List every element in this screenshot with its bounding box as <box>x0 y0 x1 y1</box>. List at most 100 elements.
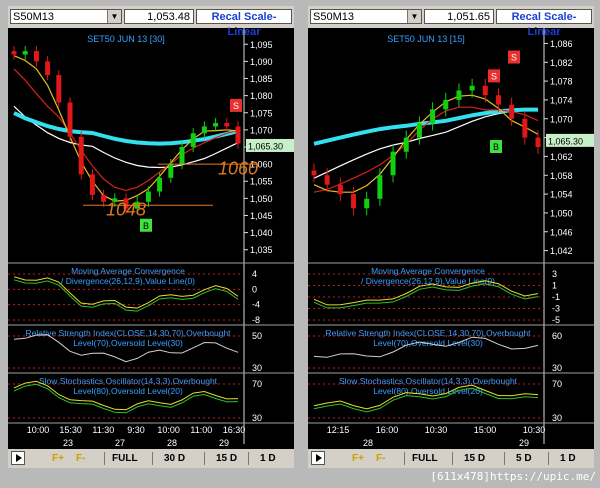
left-chart-svg: 1,0951,0901,0851,0801,0751,0701,0651,060… <box>8 28 294 448</box>
candle-body <box>56 75 62 103</box>
ma-slow-line <box>313 109 538 179</box>
time-tick-label: 16:00 <box>376 425 399 435</box>
left-recal-scale-button[interactable]: Recal Scale-Linear <box>196 9 292 38</box>
full-button[interactable]: FULL <box>412 449 438 468</box>
candle-body <box>351 194 357 209</box>
play-icon[interactable] <box>311 451 325 465</box>
time-tick-label: 11:00 <box>190 425 212 435</box>
range-1d-button[interactable]: 1 D <box>260 449 276 468</box>
left-symbol: S50M13 <box>13 11 54 23</box>
candle-body <box>522 118 528 138</box>
range-15d-button[interactable]: 15 D <box>216 449 237 468</box>
macd-tick-label: 1 <box>552 281 557 291</box>
right-chart-svg: 1,0861,0821,0781,0741,0701,0661,0621,058… <box>308 28 594 448</box>
time-tick-label: 10:00 <box>27 425 50 435</box>
left-bottom-toolbar: F+ F- FULL 30 D 15 D 1 D <box>8 449 294 468</box>
stoch-tick-label: 70 <box>552 379 562 389</box>
stoch-tick-label: 70 <box>252 379 262 389</box>
time-tick-label: 11:30 <box>92 425 114 435</box>
macd-tick-label: -4 <box>252 300 260 310</box>
zoom-out-button[interactable]: F- <box>376 449 385 468</box>
right-bottom-toolbar: F+ F- FULL 15 D 5 D 1 D <box>308 449 594 468</box>
price-tick-label: 1,070 <box>250 125 273 135</box>
range-1d-button[interactable]: 1 D <box>560 449 576 468</box>
zoom-out-button[interactable]: F- <box>76 449 85 468</box>
price-tick-label: 1,035 <box>250 245 273 255</box>
full-button[interactable]: FULL <box>112 449 138 468</box>
date-tick-label: 27 <box>115 438 125 448</box>
candle-body <box>403 137 409 152</box>
dropdown-icon[interactable]: ▼ <box>407 10 421 23</box>
price-tick-label: 1,075 <box>250 108 273 118</box>
candle-body <box>364 198 370 209</box>
right-recal-scale-button[interactable]: Recal Scale-Linear <box>496 9 592 38</box>
candle-body <box>416 123 422 138</box>
price-tick-label: 1,082 <box>550 58 573 68</box>
range-5d-button[interactable]: 5 D <box>516 449 532 468</box>
price-tick-label: 1,050 <box>550 208 573 218</box>
right-toolbar: S50M13 ▼ 1,051.65 Recal Scale-Linear <box>308 6 594 38</box>
current-price-label: 1,065.30 <box>548 136 583 146</box>
price-tick-label: 1,086 <box>550 39 573 49</box>
macd-tick-label: 0 <box>252 284 257 294</box>
time-tick-label: 10:30 <box>523 425 546 435</box>
candle-body <box>201 126 207 134</box>
left-chart-panel: S50M13 ▼ 1,053.48 Recal Scale-Linear 1,0… <box>8 6 294 462</box>
zoom-in-button[interactable]: F+ <box>52 449 64 468</box>
chart-title: SET50 JUN 13 [30] <box>87 34 165 44</box>
stoch-title-line2: Level(80),Oversold Level(20) <box>73 386 183 396</box>
sell-signal-label: S <box>233 101 239 111</box>
left-toolbar: S50M13 ▼ 1,053.48 Recal Scale-Linear <box>8 6 294 38</box>
macd-tick-label: -8 <box>252 315 260 325</box>
macd-title-line2: / Divergence(26,12,9),Value Line(0) <box>61 276 195 286</box>
candle-body <box>456 90 462 100</box>
price-tick-label: 1,095 <box>250 40 273 50</box>
candle-body <box>45 61 51 76</box>
ma-long-band <box>313 107 538 146</box>
rsi-tick-label: 30 <box>252 363 262 373</box>
time-tick-label: 10:30 <box>425 425 448 435</box>
sell-signal-label: S <box>491 71 497 81</box>
time-tick-label: 16:30 <box>223 425 246 435</box>
candle-body <box>145 191 151 202</box>
price-tick-label: 1,042 <box>550 246 573 256</box>
stoch-tick-label: 30 <box>252 413 262 423</box>
range-15d-button[interactable]: 15 D <box>464 449 485 468</box>
play-icon[interactable] <box>11 451 25 465</box>
date-tick-label: 28 <box>363 438 373 448</box>
right-symbol-select[interactable]: S50M13 ▼ <box>310 9 422 24</box>
right-chart-panel: S50M13 ▼ 1,051.65 Recal Scale-Linear 1,0… <box>308 6 594 462</box>
rsi-tick-label: 30 <box>552 363 562 373</box>
macd-tick-label: -1 <box>552 292 560 302</box>
candle-body <box>168 164 174 178</box>
candle-body <box>22 51 28 55</box>
dropdown-icon[interactable]: ▼ <box>107 10 121 23</box>
candle-body <box>33 51 39 62</box>
chart-title: SET50 JUN 13 [15] <box>387 34 465 44</box>
macd-tick-label: 3 <box>552 269 557 279</box>
candle-body <box>235 126 241 144</box>
candle-body <box>89 174 95 195</box>
zoom-in-button[interactable]: F+ <box>352 449 364 468</box>
range-30d-button[interactable]: 30 D <box>164 449 185 468</box>
price-tick-label: 1,070 <box>550 114 573 124</box>
stoch-title-line2: Level(80),Oversold Level(20) <box>373 386 483 396</box>
candle-body <box>157 177 163 192</box>
buy-signal-label: B <box>493 142 499 152</box>
price-tick-label: 1,080 <box>250 91 273 101</box>
price-tick-label: 1,085 <box>250 74 273 84</box>
left-symbol-select[interactable]: S50M13 ▼ <box>10 9 122 24</box>
price-tick-label: 1,090 <box>250 57 273 67</box>
candle-body <box>179 147 185 165</box>
candle-body <box>190 133 196 147</box>
time-tick-label: 12:15 <box>327 425 350 435</box>
candle-body <box>482 85 488 96</box>
candle-body <box>11 51 17 55</box>
candle-body <box>430 109 436 124</box>
macd-tick-label: -3 <box>552 304 560 314</box>
date-tick-label: 29 <box>519 438 529 448</box>
price-tick-label: 1,040 <box>250 228 273 238</box>
candle-body <box>78 136 84 175</box>
current-price-label: 1,065.30 <box>248 141 283 151</box>
rsi-tick-label: 60 <box>552 331 562 341</box>
